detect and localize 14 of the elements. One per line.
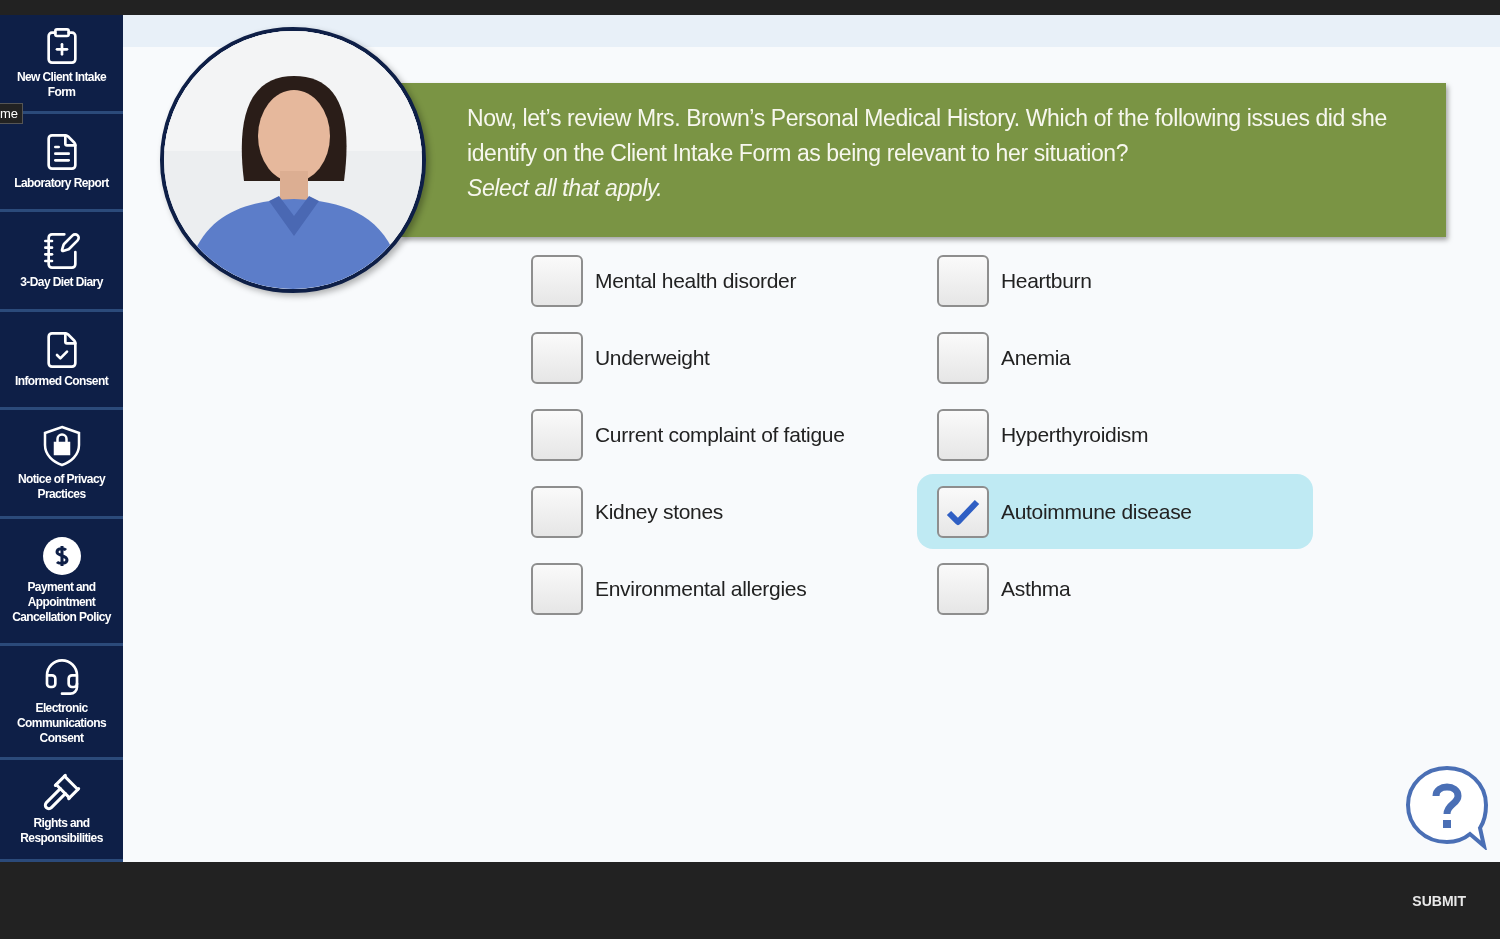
tooltip: me bbox=[0, 103, 24, 124]
answer-option[interactable]: Heartburn bbox=[917, 243, 1313, 318]
submit-button[interactable]: SUBMIT bbox=[1406, 891, 1472, 910]
answer-option[interactable]: Underweight bbox=[511, 320, 907, 395]
answer-option[interactable]: Asthma bbox=[917, 551, 1313, 626]
question-text: Now, let’s review Mrs. Brown’s Personal Medical History. Which of the following issues did she identify on the Client Intake Form as being relevant to her situation? bbox=[467, 104, 1388, 168]
answer-option[interactable]: Mental health disorder bbox=[511, 243, 907, 318]
answer-option[interactable]: Current complaint of fatigue bbox=[511, 397, 907, 472]
answer-option[interactable]: Kidney stones bbox=[511, 474, 907, 549]
answer-option[interactable]: Anemia bbox=[917, 320, 1313, 395]
instruction-text: Select all that apply. bbox=[467, 174, 664, 203]
answer-option-highlight[interactable]: Autoimmune disease bbox=[917, 474, 1313, 549]
answer-option[interactable]: Environmental allergies bbox=[511, 551, 907, 626]
answer-option[interactable]: Hyperthyroidism bbox=[917, 397, 1313, 472]
